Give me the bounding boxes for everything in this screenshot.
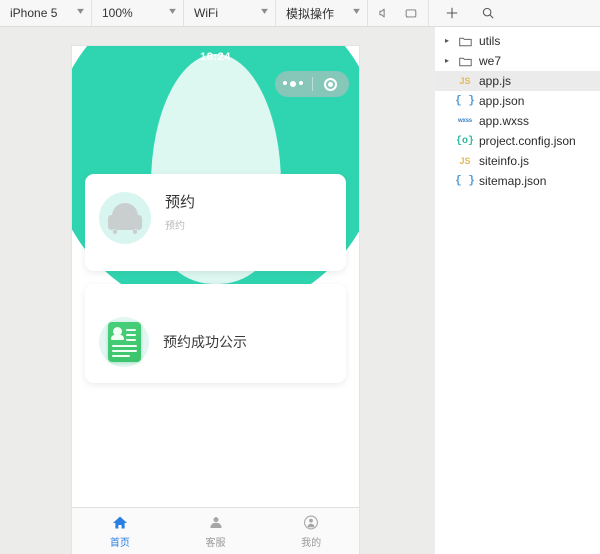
file-tree-label: siteinfo.js <box>479 154 530 168</box>
folder-icon <box>455 56 475 67</box>
file-tree-row-app-js[interactable]: ▸ JS app.js <box>435 71 600 91</box>
expand-arrow-placeholder: ▸ <box>445 157 455 165</box>
config-file-icon: {o} <box>455 135 474 147</box>
file-tree-row-we7[interactable]: ▸ we7 <box>435 51 600 71</box>
status-bar-time: 18:24 <box>200 51 231 63</box>
armchair-icon <box>99 192 151 244</box>
expand-arrow-icon[interactable]: ▸ <box>445 57 455 65</box>
card-text-block: 预约成功公示 <box>163 332 247 352</box>
support-icon <box>208 514 224 531</box>
mute-speaker-icon[interactable] <box>378 6 392 20</box>
mini-program-screen: 18:24 预约 预约 预约成功公示 首页 客服 我的 <box>72 46 359 554</box>
device-select[interactable]: iPhone 5 ▾ <box>0 0 92 26</box>
zoom-select-value: 100% <box>102 6 133 20</box>
simulate-action-select[interactable]: 模拟操作 ▾ <box>276 0 368 26</box>
expand-arrow-icon[interactable]: ▸ <box>445 37 455 45</box>
tab-support[interactable]: 客服 <box>168 508 264 554</box>
card-text-block: 预约 预约 <box>165 192 195 232</box>
file-explorer-panel: ▸ utils ▸ we7 ▸ JS app.js ▸ { } app.json… <box>435 27 600 554</box>
file-tree-row-siteinfo-js[interactable]: ▸ JS siteinfo.js <box>435 151 600 171</box>
id-document-icon <box>99 317 149 367</box>
json-file-icon: { } <box>455 95 475 107</box>
file-tree-label: app.wxss <box>479 114 530 128</box>
chevron-down-icon: ▾ <box>353 6 360 17</box>
more-dots-icon <box>283 81 304 87</box>
file-tree-label: we7 <box>479 54 502 68</box>
card-title: 预约 <box>165 194 196 211</box>
card-title: 预约成功公示 <box>163 334 247 351</box>
target-circle-icon <box>324 77 338 91</box>
file-tree-row-sitemap-json[interactable]: ▸ { } sitemap.json <box>435 171 600 191</box>
js-file-icon: JS <box>459 76 471 86</box>
folder-icon <box>455 36 475 47</box>
toolbar-icon-group-left <box>368 0 429 26</box>
tab-label: 我的 <box>301 537 322 549</box>
bottom-tab-bar: 首页 客服 我的 <box>72 507 359 554</box>
expand-arrow-placeholder: ▸ <box>445 117 455 125</box>
wechat-capsule-button[interactable] <box>275 71 349 97</box>
screen-rotate-icon[interactable] <box>404 6 418 20</box>
toolbar-icon-group-right <box>429 0 511 26</box>
search-icon[interactable] <box>481 6 495 20</box>
phone-simulator: 18:24 预约 预约 预约成功公示 首页 客服 我的 <box>72 46 359 554</box>
card-list: 预约 预约 预约成功公示 <box>72 174 359 383</box>
file-tree-label: app.json <box>479 94 525 108</box>
chevron-down-icon: ▾ <box>261 6 268 17</box>
status-bar: 18:24 <box>72 46 359 68</box>
network-select-value: WiFi <box>194 6 218 20</box>
expand-arrow-placeholder: ▸ <box>445 177 455 185</box>
device-select-value: iPhone 5 <box>10 6 58 20</box>
profile-icon <box>303 514 319 531</box>
js-file-icon: JS <box>459 156 471 166</box>
card-booking-announcement[interactable]: 预约成功公示 <box>85 284 346 383</box>
tab-home[interactable]: 首页 <box>72 508 168 554</box>
json-file-icon: { } <box>455 175 475 187</box>
chevron-down-icon: ▾ <box>169 6 176 17</box>
file-tree-label: sitemap.json <box>479 174 547 188</box>
expand-arrow-placeholder: ▸ <box>445 77 455 85</box>
home-icon <box>112 514 128 531</box>
capsule-menu-button[interactable] <box>275 71 312 97</box>
file-tree-row-project-config[interactable]: ▸ {o} project.config.json <box>435 131 600 151</box>
simulator-toolbar: iPhone 5 ▾ 100% ▾ WiFi ▾ 模拟操作 ▾ <box>0 0 600 27</box>
tab-label: 客服 <box>205 537 226 549</box>
capsule-close-button[interactable] <box>312 71 349 97</box>
add-plus-icon[interactable] <box>445 6 459 20</box>
wechat-devtools-window: iPhone 5 ▾ 100% ▾ WiFi ▾ 模拟操作 ▾ ▸ utils … <box>0 0 600 554</box>
card-booking[interactable]: 预约 预约 <box>85 174 346 271</box>
file-tree-label: utils <box>479 34 501 48</box>
simulate-action-value: 模拟操作 <box>286 6 335 21</box>
file-tree-row-app-wxss[interactable]: ▸ wxss app.wxss <box>435 111 600 131</box>
file-tree-row-utils[interactable]: ▸ utils <box>435 31 600 51</box>
network-select[interactable]: WiFi ▾ <box>184 0 276 26</box>
card-subtitle: 预约 <box>165 220 185 232</box>
expand-arrow-placeholder: ▸ <box>445 97 455 105</box>
tab-profile[interactable]: 我的 <box>263 508 359 554</box>
file-tree-label: app.js <box>479 74 512 88</box>
file-tree-row-app-json[interactable]: ▸ { } app.json <box>435 91 600 111</box>
file-tree-label: project.config.json <box>479 134 576 148</box>
wxss-file-icon: wxss <box>458 118 472 124</box>
expand-arrow-placeholder: ▸ <box>445 137 455 145</box>
zoom-select[interactable]: 100% ▾ <box>92 0 184 26</box>
chevron-down-icon: ▾ <box>77 6 84 17</box>
tab-label: 首页 <box>109 537 130 549</box>
